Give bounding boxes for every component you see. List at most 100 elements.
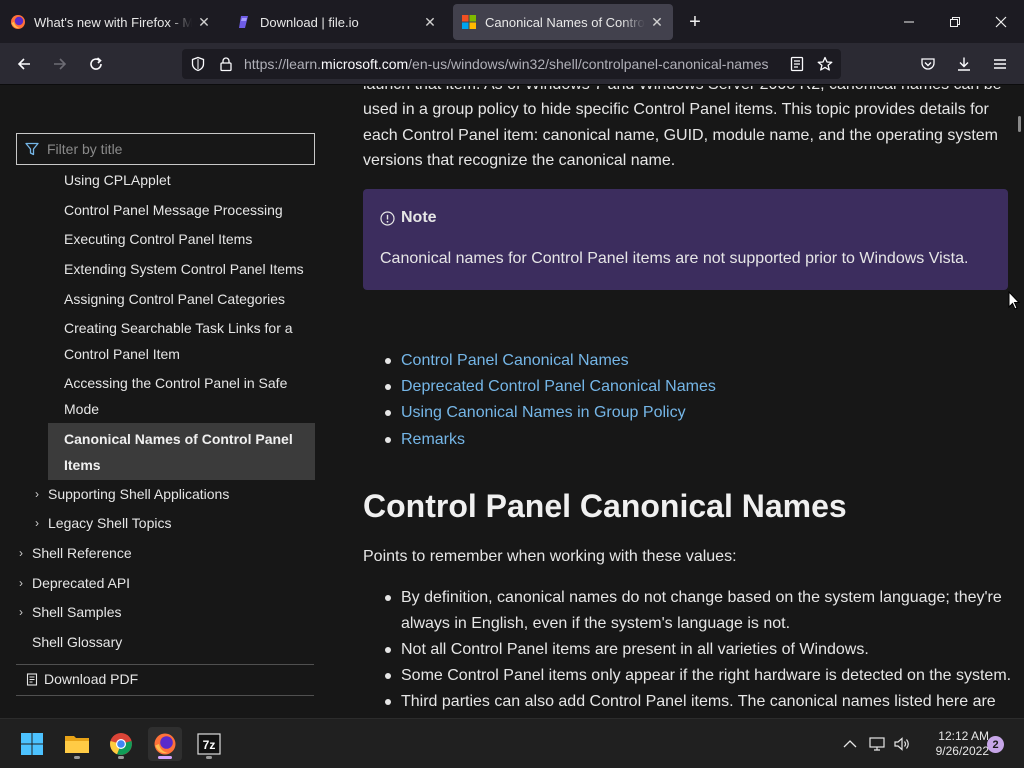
chrome-icon	[110, 733, 132, 755]
back-button[interactable]	[10, 50, 38, 78]
point-1-line-1: By definition, canonical names do not ch…	[401, 589, 1002, 606]
intro-line-3: each Control Panel item: canonical name,…	[363, 127, 998, 144]
chevron-right-icon[interactable]: ›	[19, 546, 23, 560]
toc-item-shell-glossary[interactable]: Shell Glossary	[32, 630, 122, 656]
forward-button[interactable]	[46, 50, 74, 78]
url-text[interactable]: https://learn.microsoft.com/en-us/window…	[244, 56, 768, 72]
chevron-right-icon[interactable]: ›	[19, 576, 23, 590]
restore-icon	[950, 16, 960, 27]
close-icon[interactable]: ✕	[649, 14, 665, 30]
navigation-toolbar: https://learn.microsoft.com/en-us/window…	[0, 43, 1024, 85]
tab-file-io[interactable]: Download | file.io ✕	[228, 4, 446, 40]
pdf-icon	[26, 672, 38, 686]
new-tab-button[interactable]: +	[683, 8, 707, 36]
toc-item-assigning-categories[interactable]: Assigning Control Panel Categories	[64, 287, 309, 313]
notification-badge[interactable]: 2	[987, 736, 1004, 753]
toc-item-supporting-shell-apps[interactable]: Supporting Shell Applications	[48, 482, 229, 508]
toc-link-group-policy[interactable]: Using Canonical Names in Group Policy	[401, 400, 686, 426]
toc-item-searchable-task-links[interactable]: Creating Searchable Task Links for a Con…	[64, 316, 309, 367]
lock-icon[interactable]	[218, 56, 234, 72]
intro-line-1: launch that item. As of Windows 7 and Wi…	[363, 86, 1002, 98]
bullet	[385, 673, 391, 679]
toc-item-shell-samples[interactable]: Shell Samples	[32, 600, 122, 626]
toc-item-extending-system-items[interactable]: Extending System Control Panel Items	[64, 257, 309, 283]
tab-title: What's new with Firefox - More	[34, 14, 192, 30]
firefox-icon	[11, 15, 25, 29]
toc-link-deprecated-names[interactable]: Deprecated Control Panel Canonical Names	[401, 374, 716, 400]
close-icon	[995, 16, 1007, 27]
download-icon	[958, 57, 970, 71]
chevron-right-icon[interactable]: ›	[19, 605, 23, 619]
note-title: Note	[401, 209, 437, 226]
system-clock[interactable]: 12:12 AM 9/26/2022	[917, 729, 989, 759]
divider	[16, 695, 314, 696]
toc-link-canonical-names[interactable]: Control Panel Canonical Names	[401, 348, 629, 374]
lead-text: Points to remember when working with the…	[363, 548, 737, 565]
chrome-button[interactable]	[104, 727, 138, 761]
restore-button[interactable]	[932, 0, 978, 43]
toc-item-shell-reference[interactable]: Shell Reference	[32, 541, 132, 567]
forward-arrow-icon	[54, 58, 67, 70]
note-callout: Note Canonical names for Control Panel i…	[363, 189, 1008, 290]
toc-item-safe-mode[interactable]: Accessing the Control Panel in Safe Mode	[64, 371, 309, 422]
bullet	[385, 647, 391, 653]
toc-item-executing-items[interactable]: Executing Control Panel Items	[64, 227, 309, 253]
intro-line-4: versions that recognize the canonical na…	[363, 152, 676, 169]
filter-icon	[25, 142, 39, 156]
url-path: /en-us/windows/win32/shell/controlpanel-…	[408, 56, 769, 72]
toc-sidebar: Using CPLApplet Control Panel Message Pr…	[0, 86, 330, 718]
toc-item-message-processing[interactable]: Control Panel Message Processing	[64, 198, 309, 224]
volume-icon[interactable]	[893, 736, 911, 752]
toc-item-canonical-names[interactable]: Canonical Names of Control Panel Items	[64, 427, 309, 478]
microsoft-icon	[462, 15, 476, 29]
bookmark-star-icon[interactable]	[817, 56, 833, 72]
shield-icon[interactable]	[190, 56, 206, 72]
menu-button[interactable]	[986, 50, 1014, 78]
windows-logo-icon	[21, 733, 43, 755]
download-pdf-link[interactable]: Download PDF	[26, 671, 138, 687]
running-indicator	[74, 756, 80, 759]
filter-input[interactable]	[47, 141, 307, 157]
running-indicator	[206, 756, 212, 759]
chevron-right-icon[interactable]: ›	[35, 516, 39, 530]
firefox-taskbar-button[interactable]	[148, 727, 182, 761]
reload-icon	[90, 57, 102, 70]
start-button[interactable]	[15, 727, 49, 761]
bullet	[385, 437, 391, 443]
divider	[16, 664, 314, 665]
folder-icon	[65, 736, 89, 753]
chevron-up-icon[interactable]	[843, 738, 857, 750]
7zip-button[interactable]: 7z	[192, 727, 226, 761]
close-icon[interactable]: ✕	[196, 14, 212, 30]
tab-canonical-names[interactable]: Canonical Names of Control Panel Items ✕	[453, 4, 673, 40]
reload-button[interactable]	[82, 50, 110, 78]
downloads-button[interactable]	[950, 50, 978, 78]
chevron-right-icon[interactable]: ›	[35, 487, 39, 501]
clock-time: 12:12 AM	[938, 729, 989, 743]
point-1-line-2: always in English, even if the system's …	[401, 615, 791, 632]
minimize-button[interactable]	[886, 0, 932, 43]
close-icon[interactable]: ✕	[422, 14, 438, 30]
file-explorer-button[interactable]	[60, 727, 94, 761]
tab-firefox-whats-new[interactable]: What's new with Firefox - More ✕	[2, 4, 220, 40]
point-4: Third parties can also add Control Panel…	[401, 693, 996, 710]
bullet	[385, 410, 391, 416]
toc-item-deprecated-api[interactable]: Deprecated API	[32, 571, 130, 597]
toc-link-remarks[interactable]: Remarks	[401, 427, 465, 453]
tab-title: Download | file.io	[260, 14, 359, 30]
reader-view-icon[interactable]	[789, 56, 805, 72]
scrollbar-thumb[interactable]	[1018, 116, 1021, 132]
filter-box[interactable]	[16, 133, 315, 165]
tab-title: Canonical Names of Control Panel Items	[485, 14, 645, 30]
close-window-button[interactable]	[978, 0, 1024, 43]
mouse-cursor-icon	[1008, 291, 1020, 310]
toc-item-legacy-shell-topics[interactable]: Legacy Shell Topics	[48, 511, 171, 537]
address-bar[interactable]: https://learn.microsoft.com/en-us/window…	[182, 49, 841, 79]
point-3: Some Control Panel items only appear if …	[401, 667, 1012, 684]
pocket-button[interactable]	[914, 50, 942, 78]
url-prefix: https://learn.	[244, 56, 322, 72]
toc-item-using-cplapplet[interactable]: Using CPLApplet	[64, 168, 309, 194]
clock-date: 9/26/2022	[935, 744, 989, 758]
network-icon[interactable]	[869, 736, 887, 752]
pocket-icon	[921, 58, 935, 70]
